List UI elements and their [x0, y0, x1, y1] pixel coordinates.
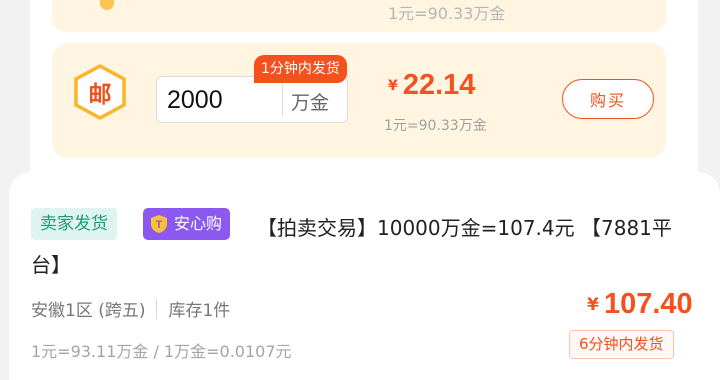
post-badge: 邮	[72, 63, 128, 121]
post-badge-partial-icon	[100, 0, 114, 10]
quantity-field[interactable]: 万金	[156, 76, 348, 123]
product-price: ¥ 107.40	[587, 288, 693, 321]
currency-symbol: ¥	[587, 295, 599, 315]
product-card[interactable]: 卖家发货 T 安心购 【拍卖交易】10000万金=107.4元 【7881平台】…	[9, 172, 720, 380]
meta-divider	[156, 298, 158, 319]
previous-offer-row[interactable]: 1元=90.33万金	[52, 0, 666, 32]
price-amount: 22.14	[402, 69, 476, 101]
server-name: 安徽1区 (跨五)	[31, 301, 146, 321]
offer-price: ¥ 22.14	[388, 69, 475, 102]
product-meta: 安徽1区 (跨五) 库存1件	[31, 296, 230, 321]
quantity-divider	[282, 83, 283, 117]
stock-count: 库存1件	[168, 301, 231, 321]
quantity-unit: 万金	[291, 92, 330, 114]
quantity-input[interactable]	[167, 85, 277, 115]
post-badge-char: 邮	[88, 82, 112, 108]
previous-offer-rate: 1元=90.33万金	[388, 4, 506, 23]
buy-button[interactable]: 购买	[562, 79, 654, 119]
product-title: 【拍卖交易】10000万金=107.4元 【7881平台】	[31, 216, 672, 277]
delivery-time-badge: 1分钟内发货	[254, 55, 347, 83]
product-rate: 1元=93.11万金 / 1万金=0.0107元	[31, 342, 292, 361]
delivery-time-badge: 6分钟内发货	[569, 330, 674, 359]
currency-symbol: ¥	[388, 78, 398, 94]
price-amount: 107.40	[603, 288, 693, 320]
offer-row[interactable]: 邮 万金 1分钟内发货 ¥ 22.14 1元=90.33万金 购买	[52, 43, 666, 158]
offer-rate: 1元=90.33万金	[384, 118, 487, 134]
